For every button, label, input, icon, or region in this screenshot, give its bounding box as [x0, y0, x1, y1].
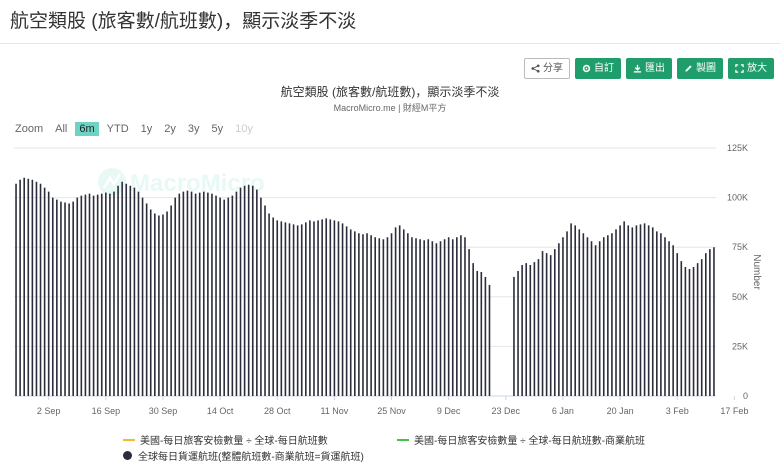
- legend-label-2: 美國-每日旅客安檢數量 ÷ 全球-每日航班數-商業航班: [414, 436, 646, 447]
- y-tick-label: 75K: [732, 242, 748, 252]
- legend-item-2[interactable]: 美國-每日旅客安檢數量 ÷ 全球-每日航班數-商業航班: [397, 432, 645, 447]
- legend-swatch-3: [123, 451, 132, 460]
- y-tick-label: 0: [743, 391, 748, 401]
- x-tick-label: 23 Dec: [492, 406, 521, 416]
- legend-swatch-1: [123, 438, 135, 441]
- y-axis-title: Number: [751, 254, 762, 290]
- legend-label-1: 美國-每日旅客安檢數量 ÷ 全球-每日航班數: [140, 436, 328, 447]
- y-tick-label: 50K: [732, 292, 748, 302]
- x-tick-label: 20 Jan: [607, 406, 634, 416]
- legend-label-3: 全球每日貨運航班(整體航班數-商業航班=貨運航班): [138, 452, 364, 463]
- y-tick-label: 25K: [732, 341, 748, 351]
- x-tick-label: 30 Sep: [149, 406, 178, 416]
- watermark-logo: MacroMicro: [98, 168, 265, 197]
- x-tick-label: 16 Sep: [92, 406, 121, 416]
- x-tick-label: 9 Dec: [437, 406, 461, 416]
- legend-item-3[interactable]: 全球每日貨運航班(整體航班數-商業航班=貨運航班): [123, 448, 364, 463]
- x-tick-label: 2 Sep: [37, 406, 61, 416]
- x-axis: 2 Sep 16 Sep 30 Sep 14 Oct 28 Oct 11 Nov 25 No…: [37, 396, 748, 416]
- chart-plot: MacroMicro 0 25K 50K 75K 100K 125K 2 Sep 16 Se…: [14, 143, 762, 416]
- bars: [15, 177, 715, 396]
- legend-swatch-2: [397, 438, 409, 441]
- x-tick-label: 3 Feb: [666, 406, 689, 416]
- legend-item-1[interactable]: 美國-每日旅客安檢數量 ÷ 全球-每日航班數: [123, 432, 328, 447]
- y-tick-label: 125K: [727, 143, 748, 153]
- x-tick-label: 14 Oct: [207, 406, 234, 416]
- x-tick-label: 17 Feb: [720, 406, 748, 416]
- x-tick-label: 25 Nov: [377, 406, 406, 416]
- x-tick-label: 6 Jan: [552, 406, 574, 416]
- x-tick-label: 11 Nov: [320, 406, 348, 416]
- y-axis: 0 25K 50K 75K 100K 125K: [727, 143, 748, 401]
- y-tick-label: 100K: [727, 193, 748, 203]
- x-tick-label: 28 Oct: [264, 406, 291, 416]
